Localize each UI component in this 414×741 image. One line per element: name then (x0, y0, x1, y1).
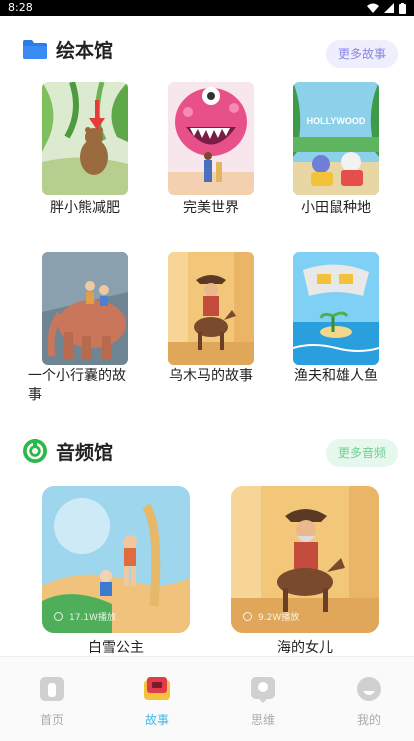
audio-header: 音频馆 (22, 436, 113, 466)
more-stories-button[interactable]: 更多故事 (325, 40, 398, 68)
book-title[interactable]: 胖小熊减肥 (30, 199, 140, 218)
profile-icon (357, 677, 381, 701)
book-title[interactable]: 一个小行囊的故事 (28, 367, 138, 405)
hollywood-sign-text: HOLLYWOOD (307, 116, 366, 126)
book-title[interactable]: 完美世界 (156, 199, 266, 218)
story-book-icon (144, 677, 170, 700)
audio-card-snow-white[interactable]: 17.1W播放 (42, 486, 190, 633)
signal-icon (384, 3, 394, 13)
picture-books-title: 绘本馆 (56, 39, 114, 62)
tab-stories[interactable]: 故事 (122, 675, 192, 728)
play-icon (54, 612, 63, 621)
book-title[interactable]: 乌木马的故事 (156, 367, 266, 386)
audio-title-label[interactable]: 白雪公主 (42, 637, 190, 657)
audio-play-count: 9.2W播放 (243, 610, 369, 623)
play-icon (243, 612, 252, 621)
audio-icon (23, 439, 47, 463)
audio-play-count-text: 9.2W播放 (258, 613, 300, 623)
audio-play-count: 17.1W播放 (54, 610, 180, 623)
more-audio-button[interactable]: 更多音频 (325, 439, 398, 467)
tab-thinking[interactable]: 思维 (228, 675, 298, 728)
book-title[interactable]: 渔夫和雄人鱼 (281, 367, 391, 386)
bottom-tab-bar: 首页 故事 思维 我的 (0, 656, 414, 741)
thinking-icon (251, 677, 275, 703)
book-cover-little-bag[interactable] (42, 252, 128, 365)
status-bar: 8:28 (0, 0, 414, 16)
tab-me[interactable]: 我的 (334, 675, 404, 728)
folder-icon (23, 40, 47, 59)
tab-home[interactable]: 首页 (17, 675, 87, 728)
audio-card-little-mermaid[interactable]: 9.2W播放 (231, 486, 379, 633)
tab-home-label: 首页 (39, 713, 64, 727)
tab-stories-label: 故事 (144, 713, 169, 727)
audio-title-label[interactable]: 海的女儿 (231, 637, 379, 657)
book-title[interactable]: 小田鼠种地 (281, 199, 391, 218)
book-cover-fisherman[interactable] (293, 252, 379, 365)
book-cover-perfect-world[interactable] (168, 82, 254, 195)
book-cover-wooden-horse[interactable] (168, 252, 254, 365)
home-icon (40, 677, 64, 701)
audio-title: 音频馆 (56, 441, 114, 464)
battery-icon (399, 2, 406, 14)
status-time: 8:28 (8, 1, 33, 14)
picture-books-header: 绘本馆 (22, 34, 113, 64)
tab-me-label: 我的 (356, 713, 381, 727)
book-cover-fat-bear[interactable] (42, 82, 128, 195)
wifi-icon (367, 3, 379, 13)
audio-play-count-text: 17.1W播放 (69, 613, 116, 623)
tab-thinking-label: 思维 (250, 713, 275, 727)
book-cover-field-mouse[interactable]: HOLLYWOOD (293, 82, 379, 195)
